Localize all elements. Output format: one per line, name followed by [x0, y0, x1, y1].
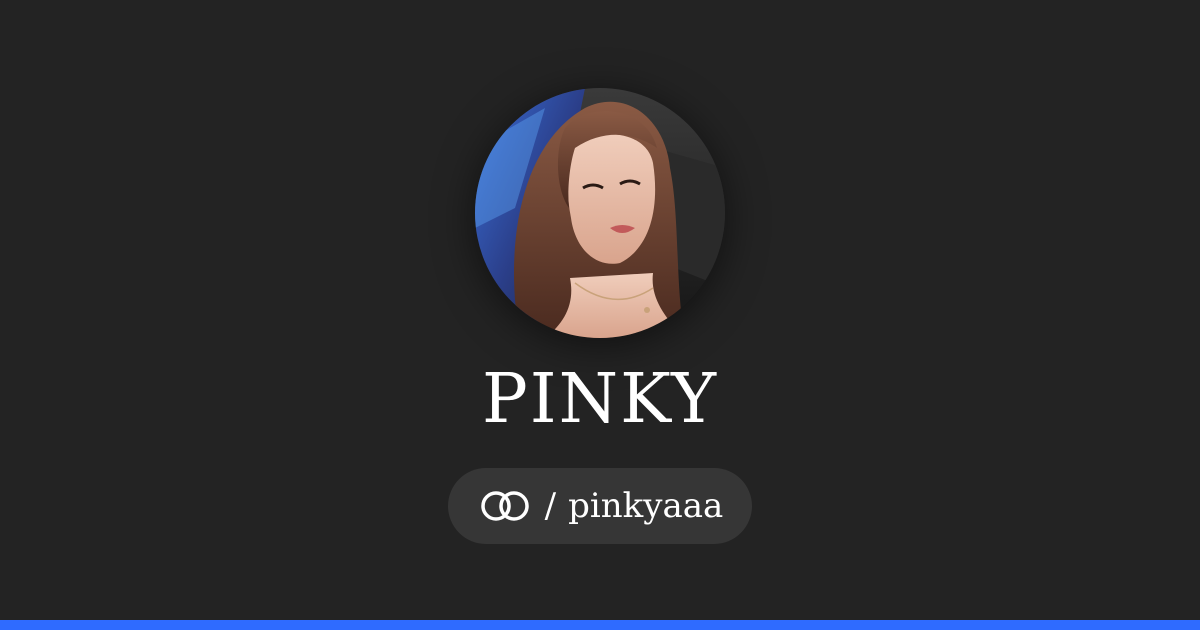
- accent-bar: [0, 620, 1200, 630]
- profile-display-name: PINKY: [482, 360, 718, 439]
- profile-handle-button[interactable]: / pinkyaaa: [448, 468, 752, 544]
- handle-separator: /: [544, 486, 557, 526]
- linked-rings-icon: [477, 488, 533, 524]
- avatar: [475, 88, 725, 338]
- profile-handle: pinkyaaa: [568, 486, 724, 526]
- avatar-photo: [475, 88, 725, 338]
